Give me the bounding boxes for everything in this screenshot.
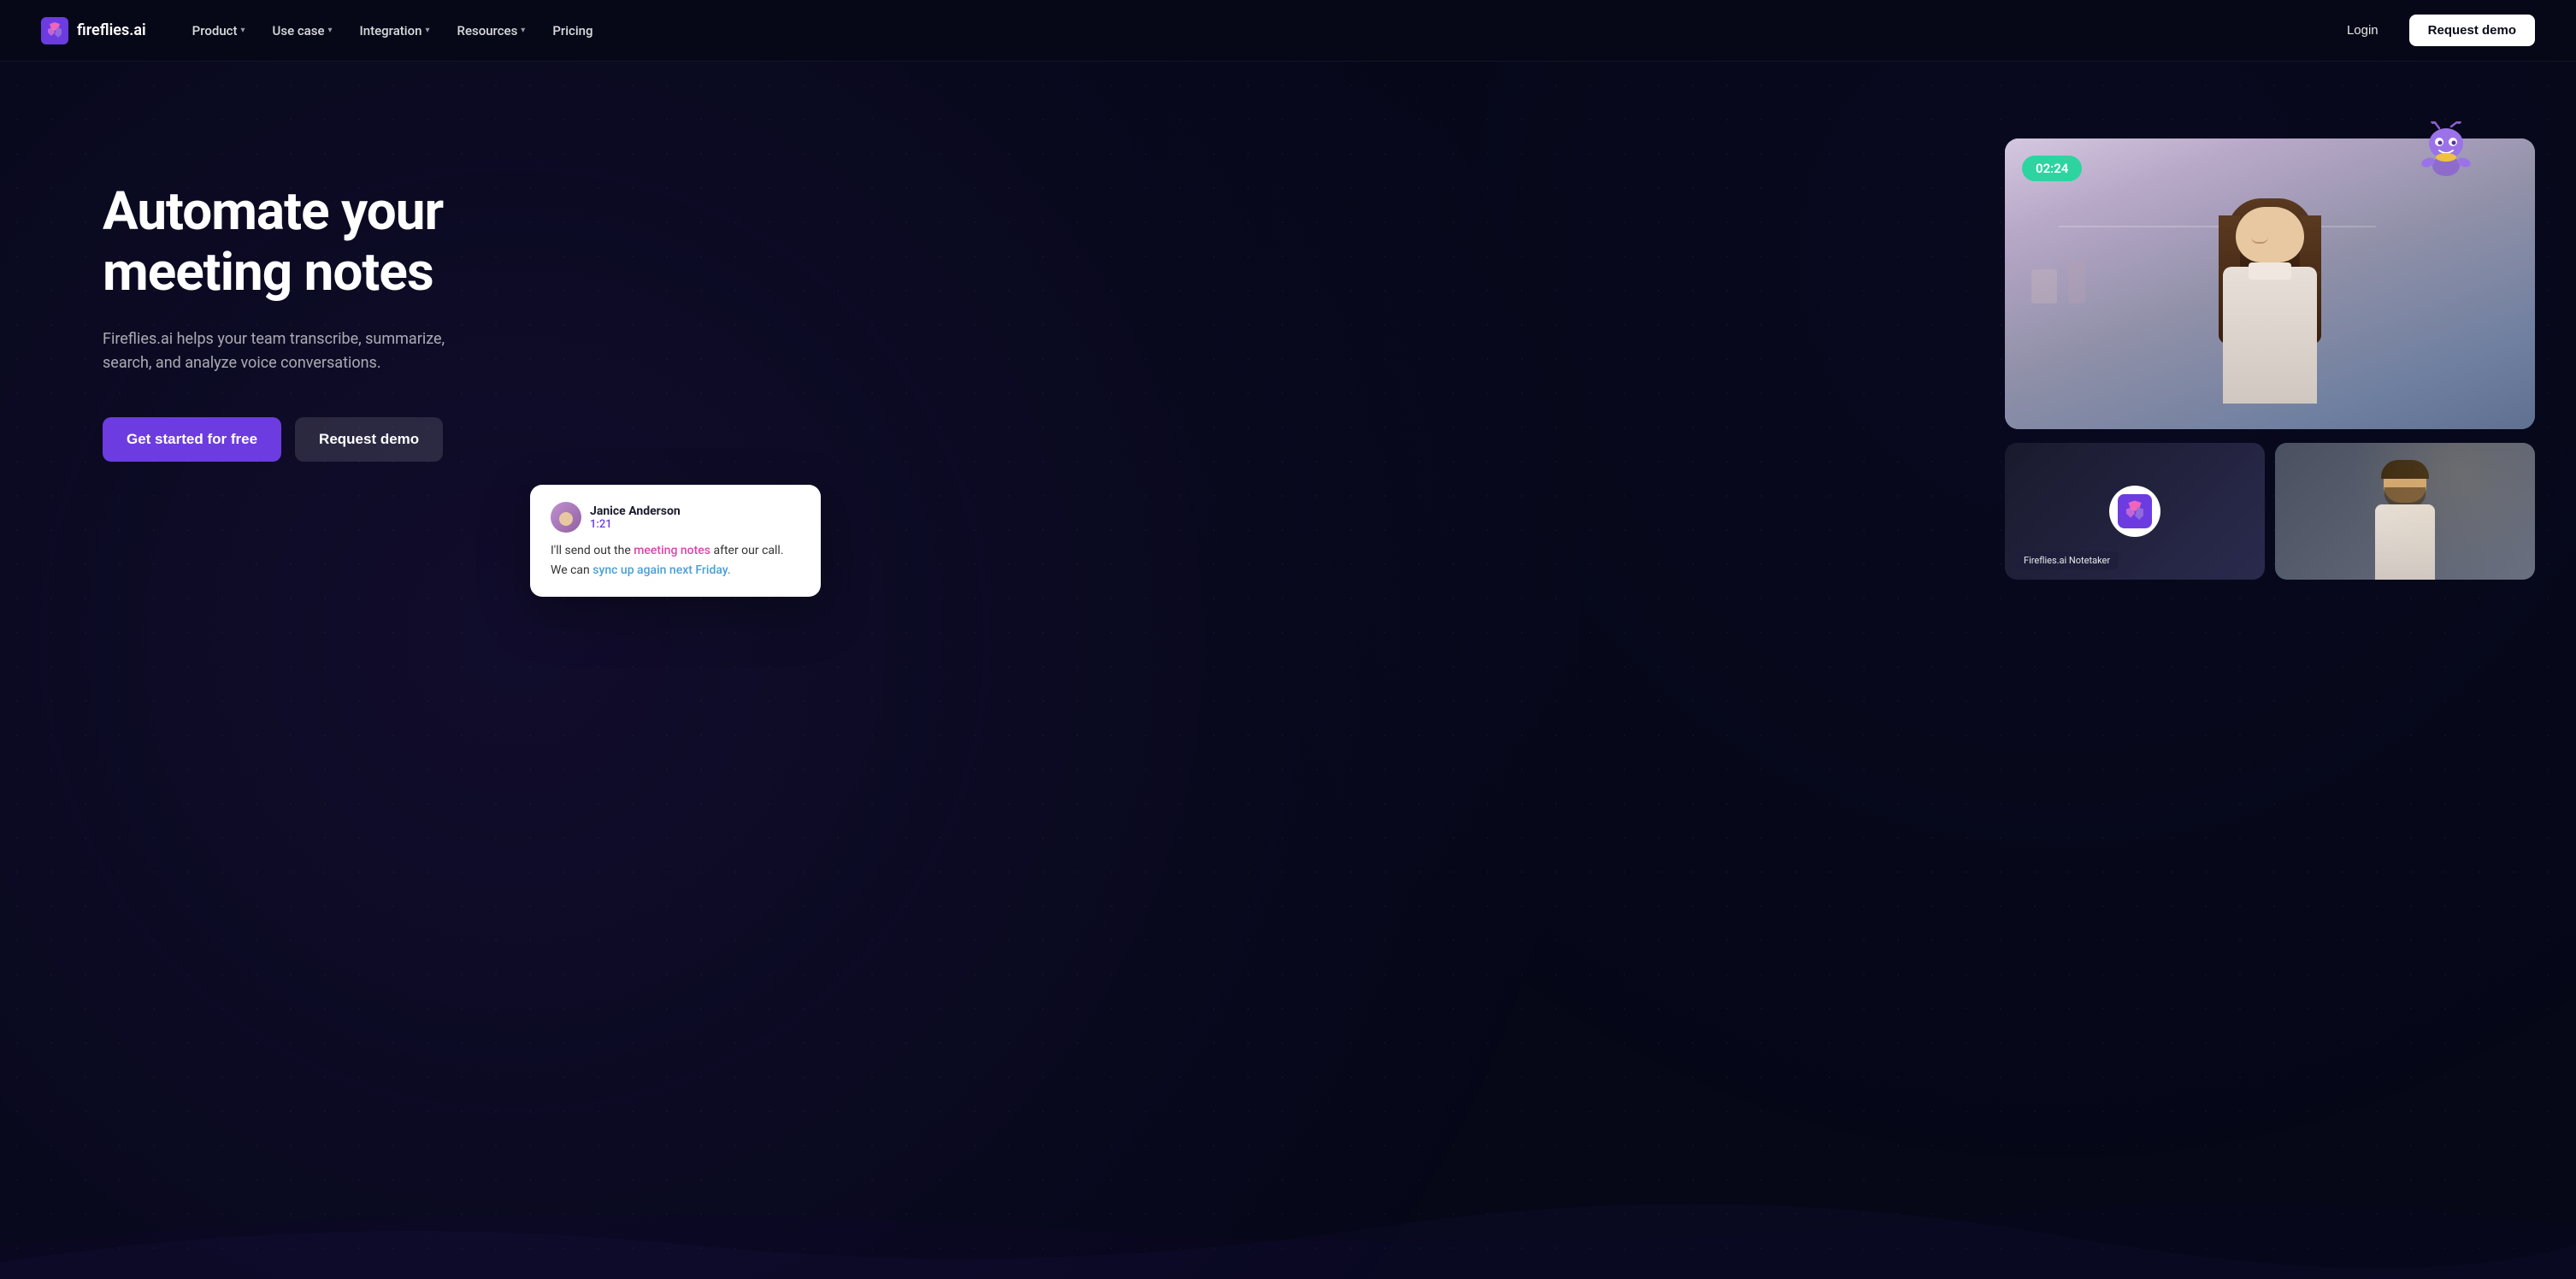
nav-resources[interactable]: Resources ▾ [445, 16, 538, 45]
hero-left: Automate your meeting notes Fireflies.ai… [103, 130, 513, 462]
speaker-timestamp: 1:21 [590, 518, 681, 531]
logo-icon [41, 17, 68, 44]
hero-title: Automate your meeting notes [103, 181, 513, 304]
request-demo-button[interactable]: Request demo [2409, 15, 2535, 46]
hero-right: 02:24 Janice Anderson 1:21 I'll send out… [564, 130, 2535, 580]
chevron-down-icon: ▾ [328, 26, 333, 35]
navbar: fireflies.ai Product ▾ Use case ▾ Integr… [0, 0, 2576, 62]
bottom-cards: Fireflies.ai Notetaker [2005, 443, 2535, 580]
transcript-header: Janice Anderson 1:21 [551, 502, 800, 533]
chevron-down-icon: ▾ [241, 26, 245, 35]
nav-product[interactable]: Product ▾ [180, 16, 257, 45]
login-button[interactable]: Login [2330, 15, 2396, 46]
timer-badge: 02:24 [2022, 156, 2082, 181]
robot-mascot [2415, 121, 2484, 190]
notetaker-card: Fireflies.ai Notetaker [2005, 443, 2265, 580]
speaker-avatar [551, 502, 581, 533]
fireflies-logo-circle [2109, 486, 2160, 537]
nav-integration[interactable]: Integration ▾ [348, 16, 442, 45]
transcript-highlight-meeting-notes: meeting notes [634, 544, 710, 557]
get-started-button[interactable]: Get started for free [103, 417, 281, 462]
notetaker-badge: Fireflies.ai Notetaker [2015, 551, 2119, 569]
transcript-highlight-sync: sync up again next Friday. [592, 563, 730, 577]
participant-card [2275, 443, 2535, 580]
hero-buttons: Get started for free Request demo [103, 417, 513, 462]
logo-text: fireflies.ai [77, 21, 146, 39]
chevron-down-icon: ▾ [521, 26, 525, 35]
navbar-right: Login Request demo [2330, 15, 2535, 46]
transcript-card: Janice Anderson 1:21 I'll send out the m… [530, 485, 821, 597]
logo-link[interactable]: fireflies.ai [41, 17, 146, 44]
speaker-name: Janice Anderson [590, 504, 681, 518]
nav-pricing[interactable]: Pricing [540, 16, 604, 45]
navbar-left: fireflies.ai Product ▾ Use case ▾ Integr… [41, 16, 605, 45]
hero-subtitle: Fireflies.ai helps your team transcribe,… [103, 327, 462, 377]
transcript-text: I'll send out the meeting notes after ou… [551, 541, 800, 580]
speaker-info: Janice Anderson 1:21 [590, 504, 681, 531]
nav-use-case[interactable]: Use case ▾ [261, 16, 345, 45]
chevron-down-icon: ▾ [425, 26, 429, 35]
request-demo-hero-button[interactable]: Request demo [295, 417, 443, 462]
nav-links: Product ▾ Use case ▾ Integration ▾ Resou… [180, 16, 605, 45]
hero-section: Automate your meeting notes Fireflies.ai… [0, 62, 2576, 1279]
